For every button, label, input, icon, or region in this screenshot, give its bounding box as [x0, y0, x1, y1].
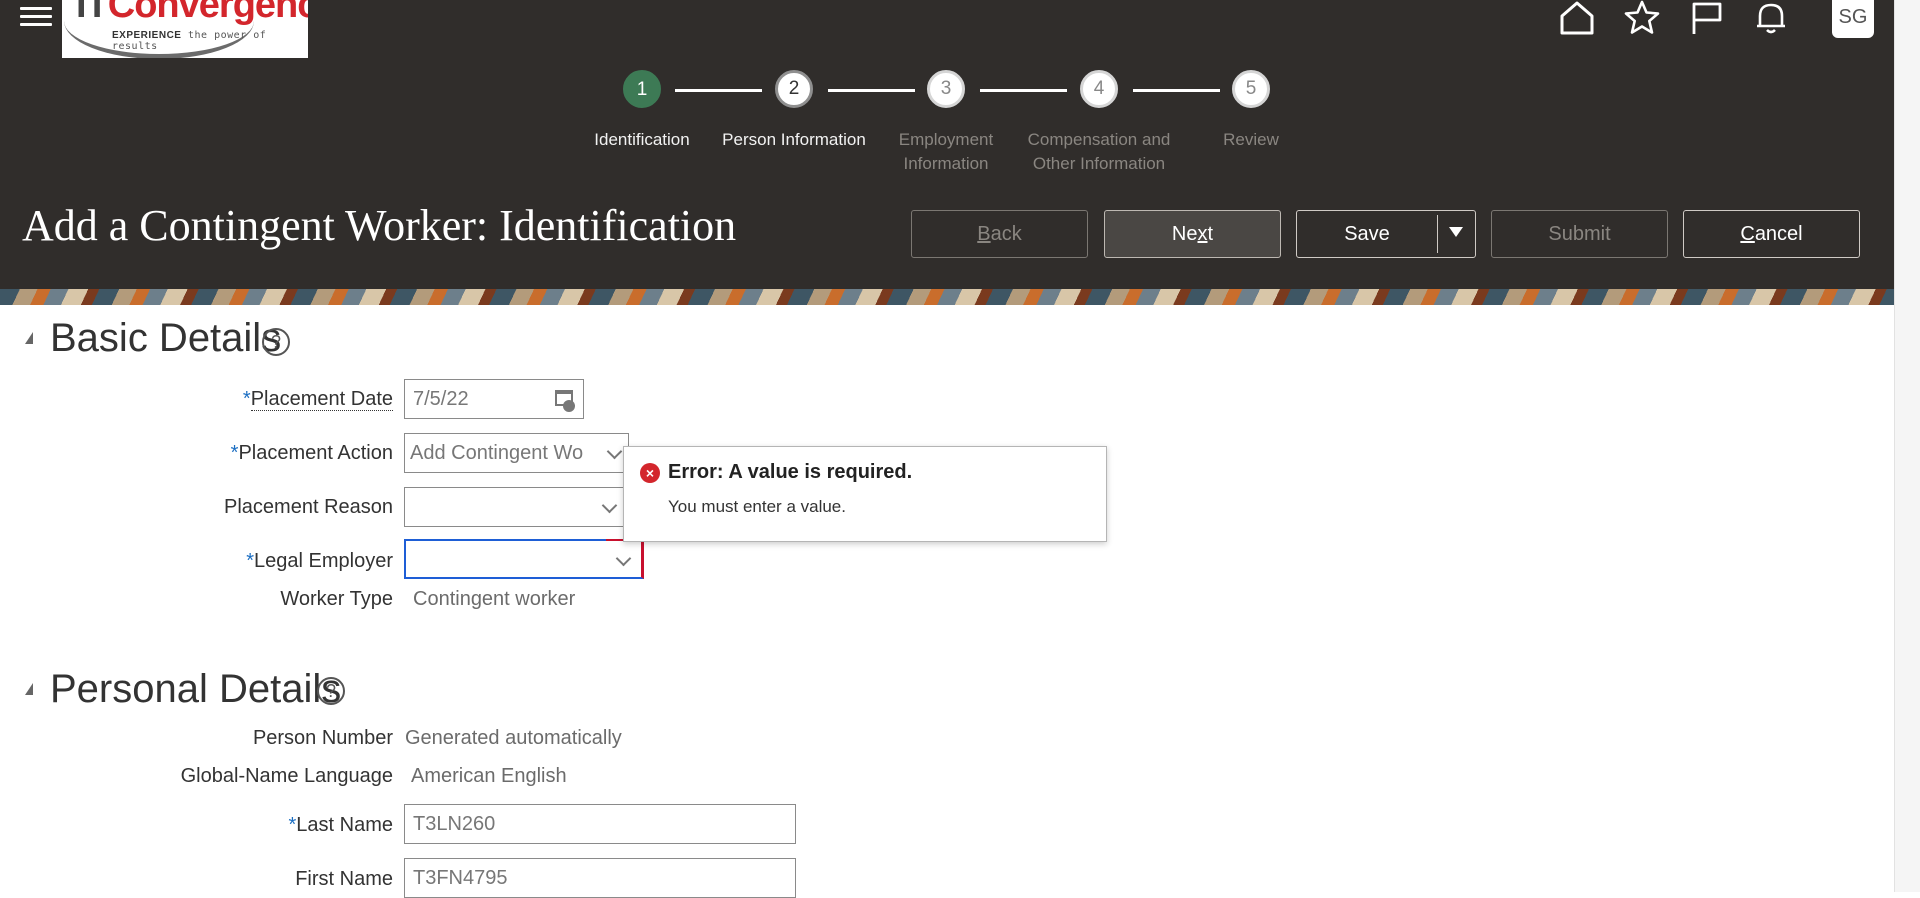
chevron-down-icon[interactable] [601, 497, 618, 514]
worker-type-label: Worker Type [280, 588, 393, 610]
placement-reason-label: Placement Reason [224, 496, 393, 518]
legal-employer-label: *Legal Employer [246, 550, 393, 572]
logo-brand: ITConvergence [76, 0, 308, 26]
first-name-input[interactable]: T3FN4795 [404, 858, 796, 898]
cancel-button[interactable]: Cancel [1683, 210, 1860, 258]
basic-details-title: Basic Details [50, 316, 282, 360]
train-stop-identification[interactable]: 1 [623, 70, 661, 108]
error-icon: × [640, 463, 660, 483]
calendar-clock-icon [563, 400, 575, 412]
train-connector [1133, 89, 1220, 92]
page-scrollbar[interactable] [1894, 0, 1920, 892]
global-name-language-value: American English [411, 765, 567, 787]
collapse-basic-details-icon[interactable] [25, 332, 33, 344]
train-stop-person-information[interactable]: 2 [775, 70, 813, 108]
train-stop-employment-information: 3 [927, 70, 965, 108]
company-logo[interactable]: ITConvergence EXPERIENCE the power of re… [62, 0, 308, 58]
train-stop-review: 5 [1232, 70, 1270, 108]
user-avatar[interactable]: SG [1832, 0, 1874, 38]
person-number-value: Generated automatically [405, 727, 622, 749]
logo-tagline: EXPERIENCE the power of results [112, 30, 267, 52]
star-icon[interactable] [1624, 0, 1660, 36]
last-name-label: *Last Name [288, 814, 393, 836]
error-note-popup: × Error: A value is required. You must e… [623, 446, 1107, 542]
basic-details-help-icon[interactable]: ? [262, 328, 290, 356]
decorative-banner [0, 289, 1894, 305]
back-button[interactable]: Back [911, 210, 1088, 258]
placement-action-select[interactable]: Add Contingent Wo [404, 433, 629, 473]
error-title: Error: A value is required. [668, 461, 913, 483]
first-name-label: First Name [295, 868, 393, 890]
placement-date-input[interactable]: 7/5/22 [404, 379, 584, 419]
placement-date-label: *Placement Date [242, 388, 393, 411]
save-menu-chevron-icon[interactable] [1449, 227, 1463, 237]
person-number-label: Person Number [252, 727, 393, 749]
train-stop-compensation: 4 [1080, 70, 1118, 108]
train-connector [675, 89, 762, 92]
save-button[interactable]: Save [1296, 210, 1476, 258]
personal-details-help-icon[interactable]: ? [317, 677, 345, 705]
error-message: You must enter a value. [668, 497, 846, 516]
personal-details-title: Personal Details [50, 667, 342, 711]
next-button[interactable]: Next [1104, 210, 1281, 258]
submit-button[interactable]: Submit [1491, 210, 1668, 258]
save-separator [1437, 215, 1438, 253]
placement-reason-select[interactable] [404, 487, 624, 527]
placement-action-label: *Placement Action [230, 442, 393, 464]
global-name-language-label: Global-Name Language [180, 765, 393, 787]
train-connector [828, 89, 915, 92]
train-label-review: Review [1223, 130, 1279, 149]
legal-employer-select[interactable] [404, 539, 644, 579]
home-icon[interactable] [1559, 0, 1595, 36]
page-title: Add a Contingent Worker: Identification [22, 201, 737, 250]
chevron-down-icon[interactable] [615, 550, 632, 567]
collapse-personal-details-icon[interactable] [25, 683, 33, 695]
flag-icon[interactable] [1689, 0, 1725, 36]
navigator-menu-icon[interactable] [20, 2, 52, 32]
page-header: ITConvergence EXPERIENCE the power of re… [0, 0, 1894, 289]
train-connector [980, 89, 1067, 92]
last-name-input[interactable]: T3LN260 [404, 804, 796, 844]
bell-icon[interactable] [1753, 0, 1789, 36]
worker-type-value: Contingent worker [413, 588, 576, 610]
chevron-down-icon[interactable] [606, 443, 623, 460]
